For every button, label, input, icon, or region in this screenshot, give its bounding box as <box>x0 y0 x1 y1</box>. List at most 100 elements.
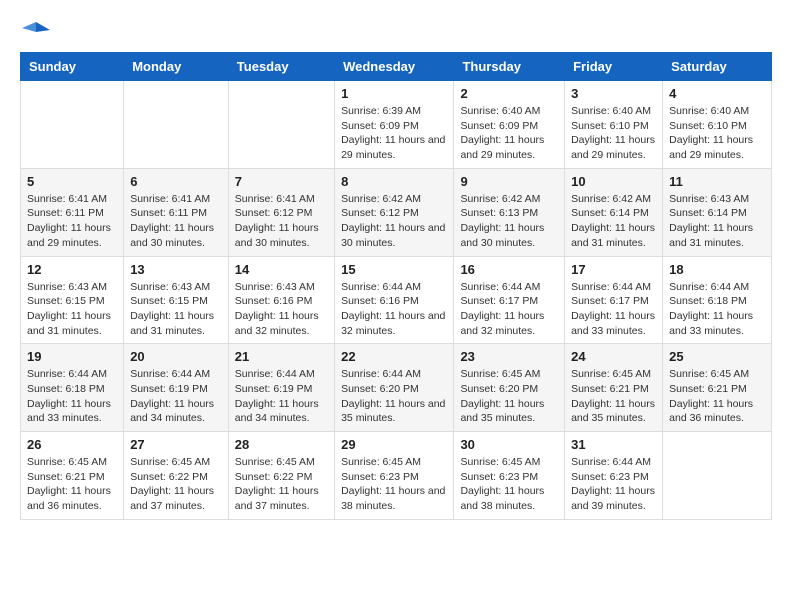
day-number: 29 <box>341 437 447 452</box>
day-number: 27 <box>130 437 222 452</box>
calendar-cell: 14 Sunrise: 6:43 AMSunset: 6:16 PMDayligh… <box>228 256 334 344</box>
calendar-cell: 1 Sunrise: 6:39 AMSunset: 6:09 PMDaylight… <box>335 81 454 169</box>
day-number: 21 <box>235 349 328 364</box>
day-number: 12 <box>27 262 117 277</box>
day-number: 20 <box>130 349 222 364</box>
calendar-header-tuesday: Tuesday <box>228 53 334 81</box>
day-info: Sunrise: 6:40 AMSunset: 6:10 PMDaylight:… <box>669 104 765 163</box>
calendar-week-row: 26Sunrise: 6:45 AMSunset: 6:21 PMDayligh… <box>21 432 772 520</box>
day-number: 23 <box>460 349 558 364</box>
calendar-cell: 17 Sunrise: 6:44 AMSunset: 6:17 PMDayligh… <box>565 256 663 344</box>
calendar-cell: 24Sunrise: 6:45 AMSunset: 6:21 PMDayligh… <box>565 344 663 432</box>
day-number: 3 <box>571 86 656 101</box>
calendar-week-row: 19 Sunrise: 6:44 AMSunset: 6:18 PMDayligh… <box>21 344 772 432</box>
calendar-header-monday: Monday <box>124 53 229 81</box>
calendar-cell <box>21 81 124 169</box>
day-info: Sunrise: 6:42 AMSunset: 6:12 PMDaylight:… <box>341 192 447 251</box>
calendar-header-saturday: Saturday <box>663 53 772 81</box>
day-number: 14 <box>235 262 328 277</box>
day-number: 22 <box>341 349 447 364</box>
day-info: Sunrise: 6:43 AMSunset: 6:16 PMDaylight:… <box>235 280 328 339</box>
calendar-cell <box>228 81 334 169</box>
calendar-cell: 19 Sunrise: 6:44 AMSunset: 6:18 PMDayligh… <box>21 344 124 432</box>
day-number: 2 <box>460 86 558 101</box>
calendar-cell: 5 Sunrise: 6:41 AMSunset: 6:11 PMDaylight… <box>21 168 124 256</box>
calendar-week-row: 12 Sunrise: 6:43 AMSunset: 6:15 PMDayligh… <box>21 256 772 344</box>
day-info: Sunrise: 6:41 AMSunset: 6:12 PMDaylight:… <box>235 192 328 251</box>
calendar-cell: 25Sunrise: 6:45 AMSunset: 6:21 PMDayligh… <box>663 344 772 432</box>
calendar-header-row: SundayMondayTuesdayWednesdayThursdayFrid… <box>21 53 772 81</box>
calendar-cell: 15 Sunrise: 6:44 AMSunset: 6:16 PMDayligh… <box>335 256 454 344</box>
day-info: Sunrise: 6:44 AMSunset: 6:17 PMDaylight:… <box>460 280 558 339</box>
day-info: Sunrise: 6:44 AMSunset: 6:16 PMDaylight:… <box>341 280 447 339</box>
calendar-cell: 12 Sunrise: 6:43 AMSunset: 6:15 PMDayligh… <box>21 256 124 344</box>
day-info: Sunrise: 6:45 AMSunset: 6:21 PMDaylight:… <box>571 367 656 426</box>
day-number: 8 <box>341 174 447 189</box>
day-info: Sunrise: 6:45 AMSunset: 6:23 PMDaylight:… <box>341 455 447 514</box>
day-number: 4 <box>669 86 765 101</box>
day-number: 17 <box>571 262 656 277</box>
day-number: 30 <box>460 437 558 452</box>
day-info: Sunrise: 6:45 AMSunset: 6:22 PMDaylight:… <box>235 455 328 514</box>
calendar-cell: 22Sunrise: 6:44 AMSunset: 6:20 PMDayligh… <box>335 344 454 432</box>
day-number: 18 <box>669 262 765 277</box>
day-number: 7 <box>235 174 328 189</box>
day-number: 9 <box>460 174 558 189</box>
day-info: Sunrise: 6:45 AMSunset: 6:22 PMDaylight:… <box>130 455 222 514</box>
calendar-cell: 13 Sunrise: 6:43 AMSunset: 6:15 PMDayligh… <box>124 256 229 344</box>
day-info: Sunrise: 6:44 AMSunset: 6:19 PMDaylight:… <box>130 367 222 426</box>
day-info: Sunrise: 6:42 AMSunset: 6:13 PMDaylight:… <box>460 192 558 251</box>
calendar-cell: 4 Sunrise: 6:40 AMSunset: 6:10 PMDaylight… <box>663 81 772 169</box>
calendar-header-sunday: Sunday <box>21 53 124 81</box>
calendar-cell: 29 Sunrise: 6:45 AMSunset: 6:23 PMDayligh… <box>335 432 454 520</box>
day-info: Sunrise: 6:44 AMSunset: 6:17 PMDaylight:… <box>571 280 656 339</box>
day-info: Sunrise: 6:43 AMSunset: 6:15 PMDaylight:… <box>27 280 117 339</box>
day-info: Sunrise: 6:43 AMSunset: 6:15 PMDaylight:… <box>130 280 222 339</box>
day-number: 13 <box>130 262 222 277</box>
calendar-cell <box>663 432 772 520</box>
day-info: Sunrise: 6:43 AMSunset: 6:14 PMDaylight:… <box>669 192 765 251</box>
day-info: Sunrise: 6:39 AMSunset: 6:09 PMDaylight:… <box>341 104 447 163</box>
calendar-header-wednesday: Wednesday <box>335 53 454 81</box>
calendar-header-thursday: Thursday <box>454 53 565 81</box>
day-number: 15 <box>341 262 447 277</box>
calendar-cell: 2Sunrise: 6:40 AMSunset: 6:09 PMDaylight… <box>454 81 565 169</box>
calendar-cell: 31Sunrise: 6:44 AMSunset: 6:23 PMDayligh… <box>565 432 663 520</box>
day-info: Sunrise: 6:44 AMSunset: 6:23 PMDaylight:… <box>571 455 656 514</box>
day-info: Sunrise: 6:45 AMSunset: 6:21 PMDaylight:… <box>669 367 765 426</box>
logo <box>20 20 50 42</box>
calendar-cell: 20 Sunrise: 6:44 AMSunset: 6:19 PMDayligh… <box>124 344 229 432</box>
day-info: Sunrise: 6:40 AMSunset: 6:10 PMDaylight:… <box>571 104 656 163</box>
calendar-cell: 9 Sunrise: 6:42 AMSunset: 6:13 PMDaylight… <box>454 168 565 256</box>
calendar-cell <box>124 81 229 169</box>
calendar-cell: 3 Sunrise: 6:40 AMSunset: 6:10 PMDaylight… <box>565 81 663 169</box>
day-number: 26 <box>27 437 117 452</box>
calendar-header-friday: Friday <box>565 53 663 81</box>
logo-bird-icon <box>22 20 50 42</box>
calendar-cell: 8 Sunrise: 6:42 AMSunset: 6:12 PMDaylight… <box>335 168 454 256</box>
day-info: Sunrise: 6:41 AMSunset: 6:11 PMDaylight:… <box>27 192 117 251</box>
calendar-cell: 28Sunrise: 6:45 AMSunset: 6:22 PMDayligh… <box>228 432 334 520</box>
day-info: Sunrise: 6:44 AMSunset: 6:18 PMDaylight:… <box>27 367 117 426</box>
day-info: Sunrise: 6:45 AMSunset: 6:20 PMDaylight:… <box>460 367 558 426</box>
calendar-cell: 18 Sunrise: 6:44 AMSunset: 6:18 PMDayligh… <box>663 256 772 344</box>
day-number: 10 <box>571 174 656 189</box>
calendar-cell: 11 Sunrise: 6:43 AMSunset: 6:14 PMDayligh… <box>663 168 772 256</box>
calendar-cell: 16 Sunrise: 6:44 AMSunset: 6:17 PMDayligh… <box>454 256 565 344</box>
day-info: Sunrise: 6:44 AMSunset: 6:19 PMDaylight:… <box>235 367 328 426</box>
calendar-cell: 7 Sunrise: 6:41 AMSunset: 6:12 PMDaylight… <box>228 168 334 256</box>
calendar-cell: 27 Sunrise: 6:45 AMSunset: 6:22 PMDayligh… <box>124 432 229 520</box>
calendar-cell: 26Sunrise: 6:45 AMSunset: 6:21 PMDayligh… <box>21 432 124 520</box>
day-info: Sunrise: 6:42 AMSunset: 6:14 PMDaylight:… <box>571 192 656 251</box>
calendar-cell: 23 Sunrise: 6:45 AMSunset: 6:20 PMDayligh… <box>454 344 565 432</box>
day-number: 5 <box>27 174 117 189</box>
day-info: Sunrise: 6:41 AMSunset: 6:11 PMDaylight:… <box>130 192 222 251</box>
day-info: Sunrise: 6:44 AMSunset: 6:18 PMDaylight:… <box>669 280 765 339</box>
day-number: 1 <box>341 86 447 101</box>
day-number: 11 <box>669 174 765 189</box>
calendar-cell: 21 Sunrise: 6:44 AMSunset: 6:19 PMDayligh… <box>228 344 334 432</box>
day-number: 16 <box>460 262 558 277</box>
day-number: 6 <box>130 174 222 189</box>
day-number: 19 <box>27 349 117 364</box>
calendar-week-row: 5 Sunrise: 6:41 AMSunset: 6:11 PMDaylight… <box>21 168 772 256</box>
